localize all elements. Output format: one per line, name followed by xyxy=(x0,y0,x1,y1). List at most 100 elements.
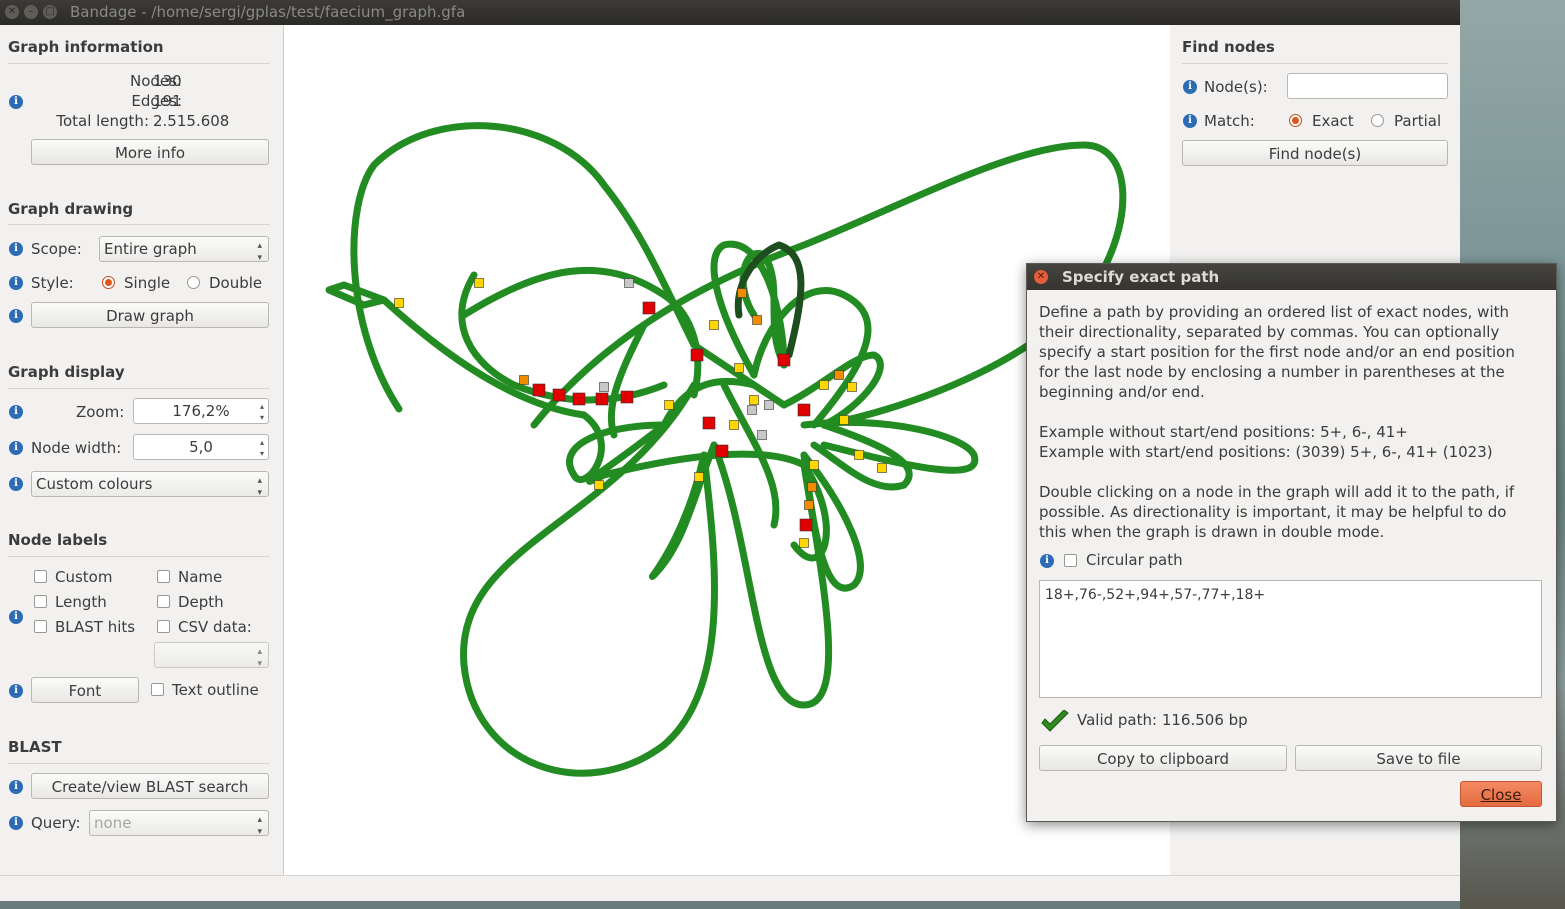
match-exact-radio[interactable] xyxy=(1289,114,1302,127)
circular-path-label: Circular path xyxy=(1086,551,1183,569)
style-label: Style: xyxy=(31,274,74,292)
graph-node[interactable] xyxy=(854,450,864,460)
blast-heading: BLAST xyxy=(8,738,62,756)
graph-node[interactable] xyxy=(715,444,729,458)
blast-search-button[interactable]: Create/view BLAST search xyxy=(31,773,269,799)
copy-to-clipboard-button[interactable]: Copy to clipboard xyxy=(1039,745,1287,771)
more-info-button[interactable]: More info xyxy=(31,139,269,165)
match-partial-radio[interactable] xyxy=(1371,114,1384,127)
graph-node[interactable] xyxy=(877,463,887,473)
zoom-value: 176,2% xyxy=(172,402,230,420)
graph-node[interactable] xyxy=(599,382,609,392)
info-icon[interactable]: i xyxy=(9,405,23,419)
info-icon[interactable]: i xyxy=(1040,554,1054,568)
path-textarea[interactable]: 18+,76-,52+,94+,57-,77+,18+ xyxy=(1039,580,1542,698)
close-dialog-icon[interactable]: ✕ xyxy=(1034,270,1048,284)
info-icon[interactable]: i xyxy=(9,276,23,290)
graph-node[interactable] xyxy=(552,388,566,402)
zoom-spinbox[interactable]: 176,2% ▴ ▾ xyxy=(133,398,269,424)
graph-node[interactable] xyxy=(839,415,849,425)
graph-node[interactable] xyxy=(474,278,484,288)
graph-node[interactable] xyxy=(799,518,813,532)
graph-node[interactable] xyxy=(834,370,844,380)
style-double-radio[interactable] xyxy=(187,276,200,289)
maximize-window-icon[interactable]: □ xyxy=(43,5,57,19)
graph-node[interactable] xyxy=(624,278,634,288)
graph-node[interactable] xyxy=(709,320,719,330)
graph-node[interactable] xyxy=(797,403,811,417)
close-window-icon[interactable]: ✕ xyxy=(5,5,19,19)
graph-node[interactable] xyxy=(757,430,767,440)
graph-node[interactable] xyxy=(694,472,704,482)
info-icon[interactable]: i xyxy=(1183,80,1197,94)
find-nodes-button[interactable]: Find node(s) xyxy=(1182,140,1448,166)
graph-node[interactable] xyxy=(519,375,529,385)
graph-drawing-heading: Graph drawing xyxy=(8,200,134,218)
info-icon[interactable]: i xyxy=(9,242,23,256)
name-label-text: Name xyxy=(178,568,223,586)
csv-column-select[interactable]: ▴ ▾ xyxy=(154,642,269,669)
graph-node[interactable] xyxy=(777,353,791,367)
spin-arrows-icon[interactable]: ▴ ▾ xyxy=(260,435,264,459)
graph-node[interactable] xyxy=(752,315,762,325)
draw-graph-button[interactable]: Draw graph xyxy=(31,302,269,328)
name-label-checkbox[interactable] xyxy=(157,570,170,583)
text-outline-checkbox[interactable] xyxy=(151,683,164,696)
info-icon[interactable]: i xyxy=(9,780,23,794)
info-icon[interactable]: i xyxy=(9,95,23,109)
info-icon[interactable]: i xyxy=(9,684,23,698)
graph-node[interactable] xyxy=(394,298,404,308)
minimize-window-icon[interactable]: – xyxy=(24,5,38,19)
graph-node[interactable] xyxy=(620,390,634,404)
find-nodes-input[interactable] xyxy=(1287,73,1448,99)
node-width-spinbox[interactable]: 5,0 ▴ ▾ xyxy=(133,434,269,460)
close-button[interactable]: Close xyxy=(1460,781,1542,807)
graph-node[interactable] xyxy=(764,400,774,410)
graph-node[interactable] xyxy=(664,400,674,410)
info-icon[interactable]: i xyxy=(9,610,23,624)
graph-node[interactable] xyxy=(594,480,604,490)
note-line: this when the graph is drawn in double m… xyxy=(1039,523,1385,541)
colour-scheme-select[interactable]: Custom colours ▴ ▾ xyxy=(31,471,269,498)
query-select[interactable]: none ▴ ▾ xyxy=(89,810,269,837)
info-icon[interactable]: i xyxy=(1183,114,1197,128)
graph-node[interactable] xyxy=(749,395,759,405)
graph-node[interactable] xyxy=(737,288,747,298)
scope-select-value: Entire graph xyxy=(104,240,197,258)
graph-node[interactable] xyxy=(809,460,819,470)
blast-hits-label-checkbox[interactable] xyxy=(34,620,47,633)
depth-label-checkbox[interactable] xyxy=(157,595,170,608)
graph-node[interactable] xyxy=(847,382,857,392)
circular-path-checkbox[interactable] xyxy=(1064,554,1077,567)
graph-node[interactable] xyxy=(702,416,716,430)
updown-arrows-icon: ▴ ▾ xyxy=(257,241,262,263)
graph-node[interactable] xyxy=(595,392,609,406)
description-line: Define a path by providing an ordered li… xyxy=(1039,303,1510,321)
graph-node[interactable] xyxy=(642,301,656,315)
scope-select[interactable]: Entire graph ▴ ▾ xyxy=(99,236,269,263)
left-control-panel: Graph information i Nodes: 130 Edges: 19… xyxy=(0,25,282,875)
spin-arrows-icon[interactable]: ▴ ▾ xyxy=(260,399,264,423)
info-icon[interactable]: i xyxy=(9,477,23,491)
csv-data-label-checkbox[interactable] xyxy=(157,620,170,633)
graph-node[interactable] xyxy=(729,420,739,430)
graph-node[interactable] xyxy=(819,380,829,390)
length-label-checkbox[interactable] xyxy=(34,595,47,608)
custom-label-checkbox[interactable] xyxy=(34,570,47,583)
graph-node[interactable] xyxy=(807,482,817,492)
graph-node[interactable] xyxy=(690,348,704,362)
save-to-file-button[interactable]: Save to file xyxy=(1295,745,1542,771)
graph-node[interactable] xyxy=(532,383,546,397)
info-icon[interactable]: i xyxy=(9,309,23,323)
graph-node[interactable] xyxy=(799,538,809,548)
font-button[interactable]: Font xyxy=(31,677,139,703)
graph-node[interactable] xyxy=(747,405,757,415)
info-icon[interactable]: i xyxy=(9,816,23,830)
graph-node[interactable] xyxy=(572,392,586,406)
graph-node[interactable] xyxy=(734,363,744,373)
info-icon[interactable]: i xyxy=(9,441,23,455)
csv-data-label-text: CSV data: xyxy=(178,618,252,636)
graph-information-heading: Graph information xyxy=(8,38,164,56)
style-single-radio[interactable] xyxy=(102,276,115,289)
graph-node[interactable] xyxy=(804,500,814,510)
